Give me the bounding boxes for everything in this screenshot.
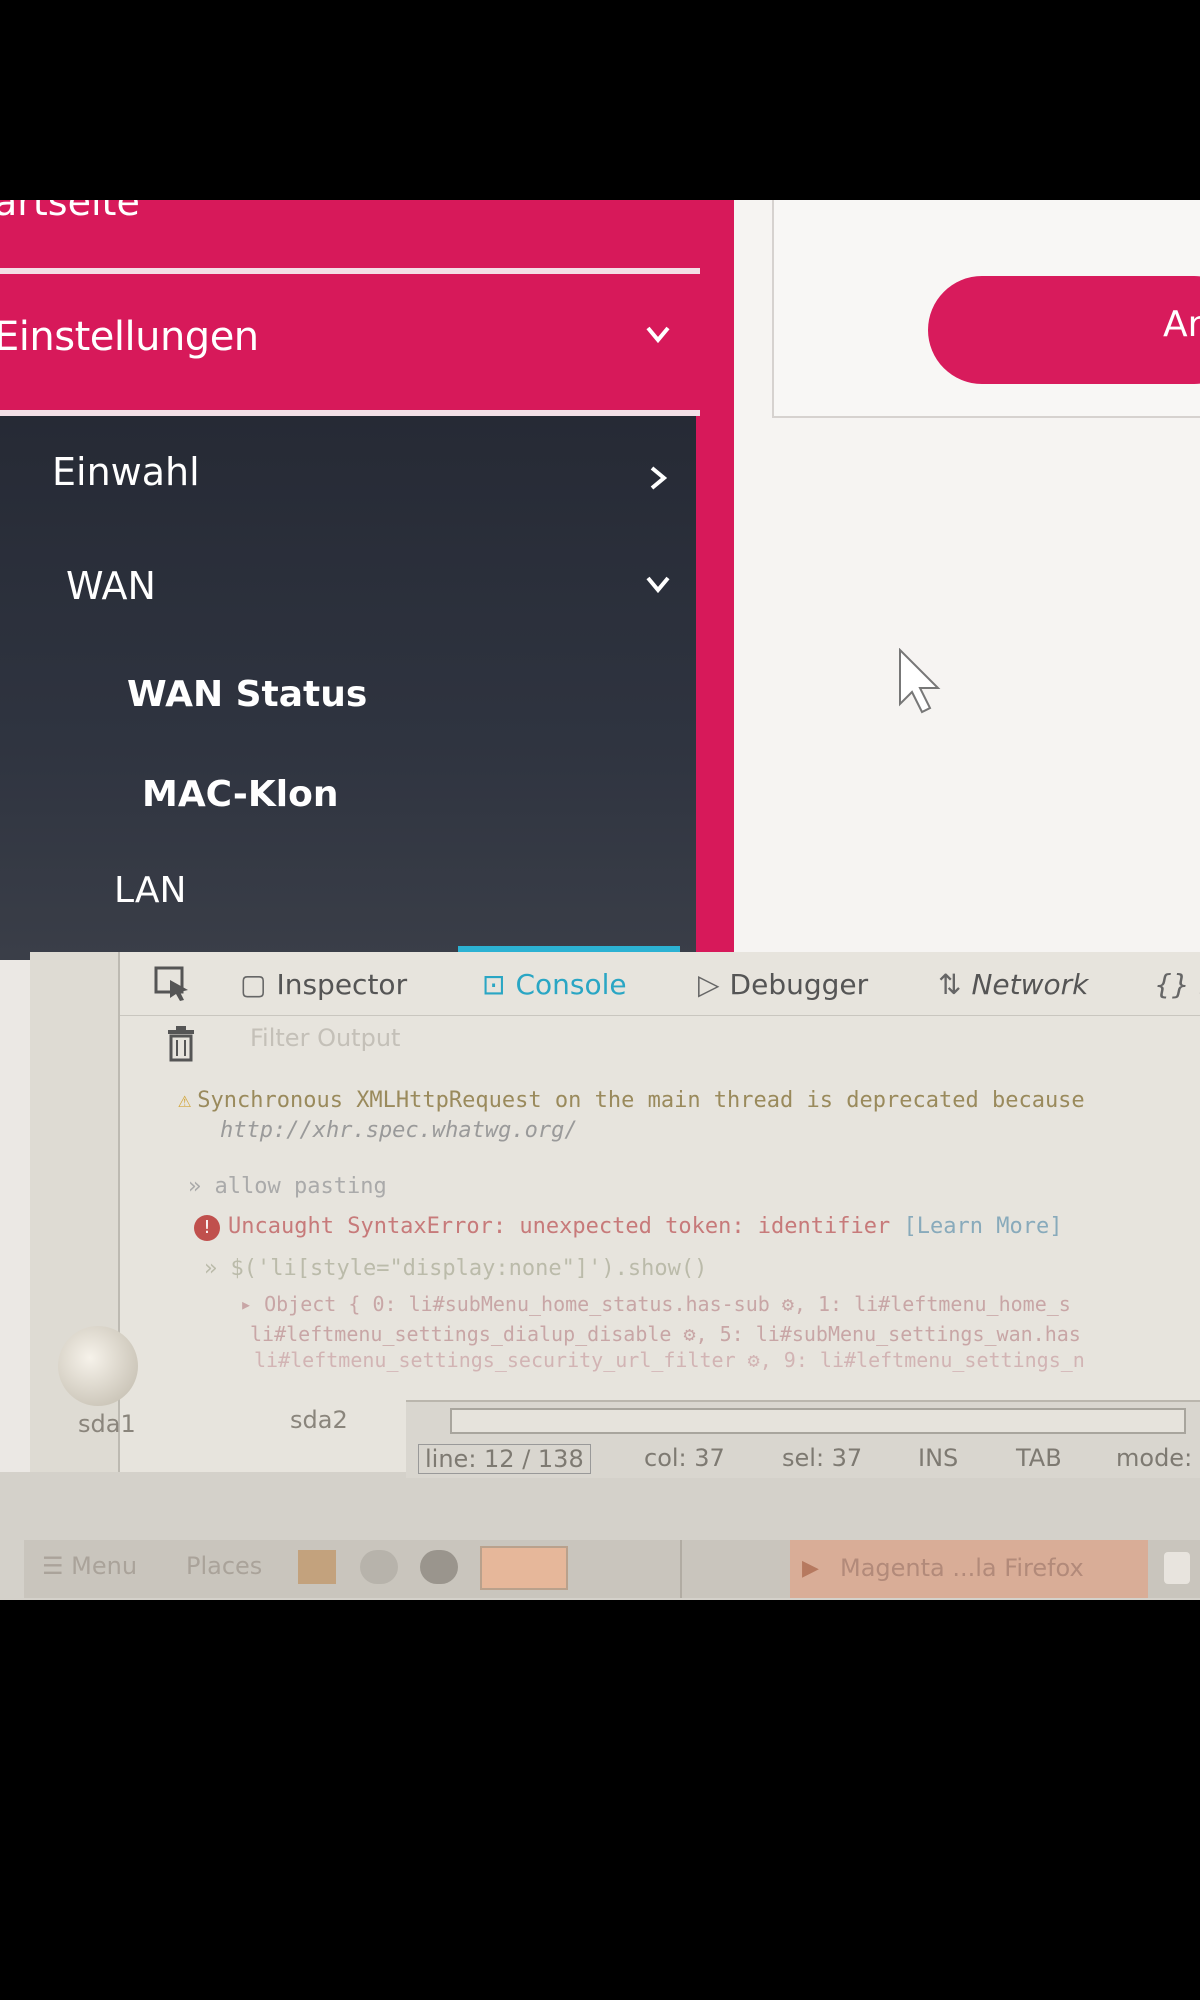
chevron-down-icon — [646, 326, 670, 344]
submenu-item-einwahl[interactable]: Einwahl — [52, 450, 200, 494]
console-input: » allow pasting — [188, 1174, 387, 1199]
console-input-text: $('li[style="display:none"]').show() — [230, 1256, 708, 1281]
console-object-output[interactable]: ▸ Object { 0: li#subMenu_home_status.has… — [240, 1292, 1071, 1316]
taskbar-places-button[interactable]: Places — [186, 1552, 262, 1580]
status-line: line: 12 / 138 — [418, 1444, 591, 1474]
console-object-output: li#leftmenu_settings_security_url_filter… — [254, 1348, 1085, 1372]
warning-icon: ⚠ — [178, 1088, 192, 1113]
chevron-down-icon — [646, 576, 670, 594]
console-icon: ⊡ — [482, 968, 506, 1001]
tray-icon[interactable] — [1164, 1552, 1190, 1584]
submenu-item-lan[interactable]: LAN — [114, 870, 186, 911]
taskbar-menu-label: Menu — [71, 1552, 138, 1580]
chevron-right-icon: › — [650, 200, 664, 210]
disk-label-sda2[interactable]: sda2 — [290, 1406, 348, 1434]
taskbar: ☰ Menu Places ▶ Magenta ...la Firefox — [24, 1540, 1200, 1598]
taskbar-window[interactable] — [480, 1546, 568, 1590]
submenu-item-mac-klon[interactable]: MAC-Klon — [142, 774, 338, 815]
taskbar-window-firefox[interactable]: ▶ Magenta ...la Firefox — [790, 1540, 1148, 1598]
warning-link[interactable]: http://xhr.spec.whatwg.org/ — [220, 1118, 578, 1143]
sidebar-item-startseite[interactable]: artseite › — [0, 200, 700, 240]
submenu-item-wan[interactable]: WAN — [66, 564, 156, 608]
primary-button[interactable]: An — [928, 276, 1200, 384]
browser-icon[interactable] — [360, 1550, 398, 1584]
file-manager-icon[interactable] — [298, 1550, 336, 1584]
status-col: col: 37 — [644, 1444, 725, 1472]
tab-label: Console — [515, 968, 627, 1001]
divider — [680, 1540, 682, 1598]
network-icon: ⇅ — [938, 968, 962, 1001]
sidebar-item-einstellungen[interactable]: Einstellungen — [0, 300, 700, 390]
devtools-panel: ▢ Inspector ⊡ Console ▷ Debugger ⇅ Netwo… — [30, 946, 1200, 1472]
tab-console[interactable]: ⊡ Console — [482, 968, 627, 1001]
learn-more-link[interactable]: [Learn More] — [904, 1214, 1063, 1239]
tab-debugger[interactable]: ▷ Debugger — [698, 968, 868, 1001]
submenu-item-wan-status[interactable]: WAN Status — [127, 674, 367, 715]
web-page: artseite › Einstellungen Einwahl WAN — [0, 200, 1200, 960]
filter-output-input[interactable]: Filter Output — [250, 1024, 650, 1052]
status-tab: TAB — [1016, 1444, 1062, 1472]
tab-label: Network — [971, 968, 1089, 1001]
warning-text: Synchronous XMLHttpRequest on the main t… — [197, 1088, 1085, 1113]
firefox-icon: ▶ — [802, 1556, 819, 1581]
status-ins: INS — [918, 1444, 959, 1472]
inspector-icon: ▢ — [240, 968, 267, 1001]
console-error: ! Uncaught SyntaxError: unexpected token:… — [194, 1214, 1062, 1241]
error-text: Uncaught SyntaxError: unexpected token: … — [228, 1214, 891, 1239]
devtools-tabbar: ▢ Inspector ⊡ Console ▷ Debugger ⇅ Netwo… — [120, 946, 1200, 1016]
taskbar-menu-button[interactable]: ☰ Menu — [42, 1552, 137, 1580]
console-object-output: li#leftmenu_settings_dialup_disable ⚙, 5… — [250, 1322, 1081, 1346]
screen: artseite › Einstellungen Einwahl WAN — [0, 200, 1200, 1600]
taskbar-window-label: Magenta ...la Firefox — [840, 1554, 1084, 1582]
submenu-einstellungen: Einwahl WAN WAN Status MAC-Klon LAN — [0, 416, 696, 960]
devtools-content: ▢ Inspector ⊡ Console ▷ Debugger ⇅ Netwo… — [118, 946, 1200, 1472]
console-input: » $('li[style="display:none"]').show() — [204, 1256, 708, 1281]
element-picker-icon[interactable] — [154, 966, 192, 1002]
status-mode: mode: — [1116, 1444, 1193, 1472]
console-toolbar: Filter Output — [120, 1016, 1200, 1068]
disk-label-sda1[interactable]: sda1 — [78, 1410, 136, 1438]
active-tab-indicator — [458, 946, 680, 952]
debugger-icon: ▷ — [698, 968, 720, 1001]
console-warning: ⚠ Synchronous XMLHttpRequest on the main … — [178, 1088, 1085, 1113]
tab-label: Debugger — [729, 968, 869, 1001]
sidebar-item-label: artseite — [0, 200, 140, 224]
status-sel: sel: 37 — [782, 1444, 863, 1472]
chevron-right-icon — [650, 466, 668, 490]
error-icon: ! — [194, 1215, 220, 1241]
disk-icon[interactable] — [58, 1326, 138, 1406]
terminal-icon[interactable] — [420, 1550, 458, 1584]
horizontal-scrollbar[interactable] — [450, 1408, 1186, 1434]
tab-inspector[interactable]: ▢ Inspector — [240, 968, 407, 1001]
sidebar-item-label: Einstellungen — [0, 314, 259, 360]
mouse-cursor-icon — [899, 648, 941, 714]
braces-icon: {} — [1154, 968, 1190, 1001]
primary-button-label: An — [1163, 304, 1200, 345]
sidebar-navigation: artseite › Einstellungen Einwahl WAN — [0, 200, 734, 960]
console-input-text: allow pasting — [214, 1174, 387, 1199]
divider — [0, 268, 700, 274]
tab-network[interactable]: ⇅ Network — [938, 968, 1088, 1001]
trash-icon[interactable] — [164, 1024, 198, 1062]
editor-statusbar: line: 12 / 138 col: 37 sel: 37 INS TAB m… — [406, 1400, 1200, 1478]
tab-label: Inspector — [276, 968, 408, 1001]
tab-style-editor[interactable]: {} Style — [1154, 968, 1200, 1001]
